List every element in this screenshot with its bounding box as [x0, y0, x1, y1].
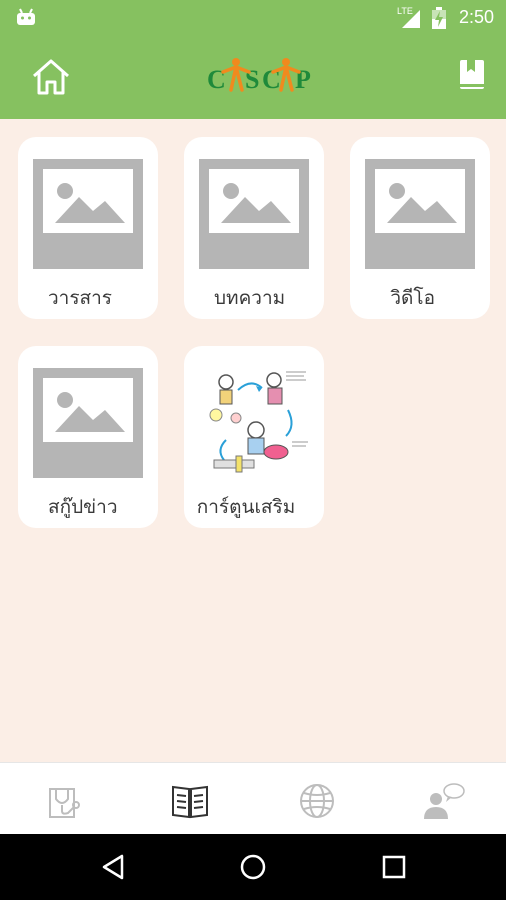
status-time: 2:50: [458, 7, 494, 27]
system-navigation-bar: [0, 834, 506, 900]
category-card[interactable]: สกู๊ปข่าว: [18, 346, 158, 528]
category-label: วิดีโอ: [390, 287, 435, 309]
category-label: สกู๊ปข่าว: [48, 496, 118, 518]
bottom-navigation: [0, 762, 506, 835]
svg-text:C: C: [207, 65, 226, 94]
battery-icon: [432, 7, 446, 29]
bookmark-book-icon[interactable]: [458, 58, 488, 92]
category-grid: วารสาร บทความ วิดีโอ สกู๊ปข่าว การ์ตูนเส…: [0, 119, 506, 762]
android-icon: [17, 8, 35, 25]
placeholder-image-icon: [33, 368, 143, 478]
category-card[interactable]: การ์ตูนเสริม: [184, 346, 324, 528]
category-label: บทความ: [214, 287, 286, 309]
cartoon-illustration: [196, 360, 312, 482]
home-circle-icon[interactable]: [238, 852, 268, 882]
home-icon[interactable]: [30, 56, 72, 98]
category-label: วารสาร: [48, 287, 113, 309]
signal-icon: [402, 10, 420, 28]
recents-icon[interactable]: [381, 854, 407, 880]
category-label: การ์ตูนเสริม: [196, 496, 296, 518]
svg-text:S: S: [245, 65, 259, 94]
category-card[interactable]: วารสาร: [18, 137, 158, 319]
placeholder-image-icon: [365, 159, 475, 269]
back-icon[interactable]: [100, 853, 128, 881]
placeholder-image-icon: [33, 159, 143, 269]
globe-icon[interactable]: [298, 782, 336, 820]
status-bar: LTE 2:50: [0, 0, 506, 36]
placeholder-image-icon: [199, 159, 309, 269]
stethoscope-icon[interactable]: [48, 783, 82, 819]
open-book-icon[interactable]: [170, 783, 210, 819]
svg-text:P: P: [295, 65, 311, 94]
doctor-chat-icon[interactable]: [420, 781, 466, 821]
category-card[interactable]: วิดีโอ: [350, 137, 490, 319]
app-logo: C S C P: [205, 52, 315, 102]
app-bar: C S C P: [0, 36, 506, 119]
category-card[interactable]: บทความ: [184, 137, 324, 319]
